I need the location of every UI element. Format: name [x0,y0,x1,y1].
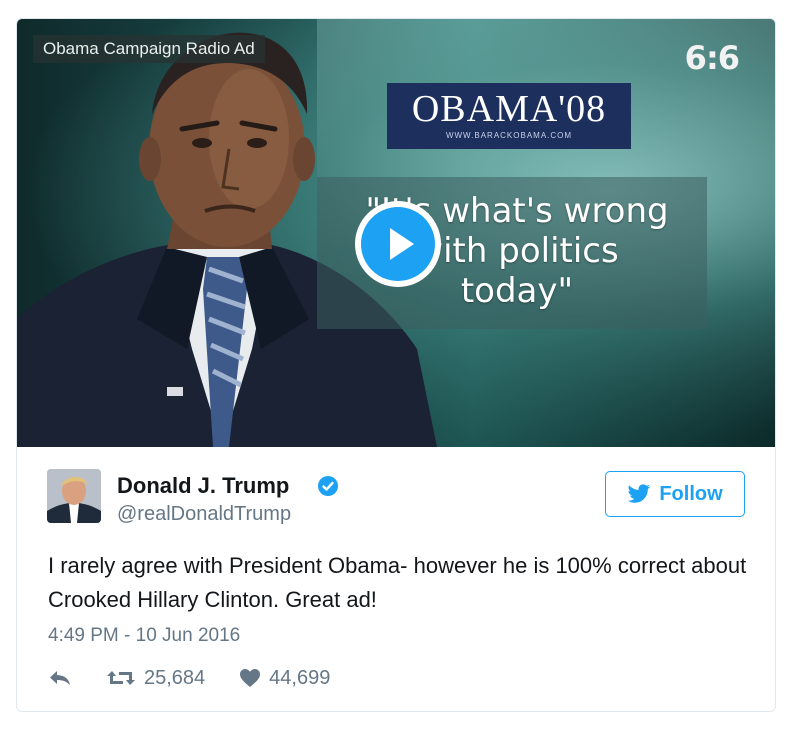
campaign-logo-title: OBAMA'08 [411,88,607,130]
tweet-text: I rarely agree with President Obama- how… [48,553,747,612]
play-button[interactable] [355,201,441,287]
channel-logo: 6:6 [684,39,740,77]
campaign-logo: OBAMA'08 WWW.BARACKOBAMA.COM [387,83,631,149]
heart-icon [240,669,261,687]
reply-icon [50,671,70,685]
verified-badge-icon [318,476,338,496]
author-name[interactable]: Donald J. Trump [117,473,289,499]
retweet-icon [107,671,135,685]
avatar[interactable] [47,469,101,523]
like-count: 44,699 [269,666,331,689]
play-icon [390,228,414,260]
tweet-actions: 25,684 44,699 [48,663,364,693]
retweet-count: 25,684 [144,666,206,689]
tweet-timestamp[interactable]: 4:49 PM - 10 Jun 2016 [48,625,240,647]
play-button-circle [361,207,435,281]
follow-button[interactable]: Follow [605,471,745,517]
follow-label: Follow [659,482,723,505]
campaign-logo-url: WWW.BARACKOBAMA.COM [445,131,573,140]
tweet-card: Obama Campaign Radio Ad 6:6 OBAMA'08 WWW… [16,18,776,712]
avatar-image [47,469,101,523]
retweet-button[interactable]: 25,684 [106,667,205,690]
reply-button[interactable] [48,668,72,688]
source-label: Obama Campaign Radio Ad [33,35,265,63]
author-handle[interactable]: @realDonaldTrump [117,503,291,526]
video-preview[interactable]: Obama Campaign Radio Ad 6:6 OBAMA'08 WWW… [17,19,775,447]
like-button[interactable]: 44,699 [239,667,330,690]
twitter-bird-icon [627,484,651,503]
